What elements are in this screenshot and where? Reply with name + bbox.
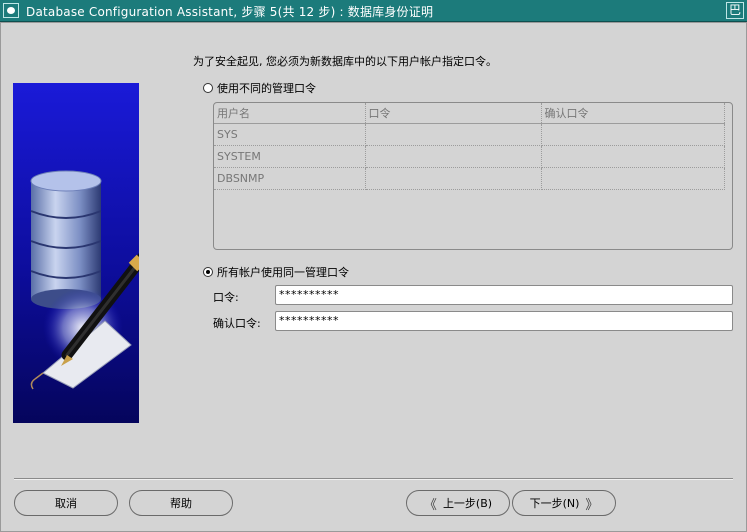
password-input[interactable]: ********** — [275, 285, 733, 305]
password-grid: 用户名 口令 确认口令 SYS SYSTEM DBSNMP — [214, 103, 725, 190]
table-row: DBSNMP — [214, 167, 725, 190]
window-menu-icon[interactable] — [3, 3, 19, 18]
user-password-table: 用户名 口令 确认口令 SYS SYSTEM DBSNMP — [213, 102, 733, 250]
cell-confirm — [541, 123, 725, 146]
maximize-button[interactable]: 巴 — [726, 2, 744, 19]
cell-password — [365, 167, 542, 190]
footer-divider — [14, 478, 733, 480]
radio-same-password[interactable] — [203, 267, 213, 277]
password-label: 口令: — [213, 291, 239, 304]
next-button[interactable]: 下一步(N) 》 — [512, 490, 616, 516]
table-row: SYSTEM — [214, 145, 725, 168]
column-header-username: 用户名 — [214, 103, 366, 124]
cancel-button[interactable]: 取消 — [14, 490, 118, 516]
cell-confirm — [541, 145, 725, 168]
option-different-passwords[interactable]: 使用不同的管理口令 — [203, 80, 316, 96]
cell-username: SYSTEM — [214, 145, 366, 168]
option-different-label: 使用不同的管理口令 — [217, 82, 316, 95]
back-label: 上一步(B) — [442, 497, 493, 510]
next-label: 下一步(N) — [529, 497, 580, 510]
cell-password — [365, 145, 542, 168]
back-button[interactable]: 《 上一步(B) — [406, 490, 510, 516]
title-bar: Database Configuration Assistant, 步骤 5(共… — [0, 0, 747, 22]
wizard-illustration — [13, 83, 139, 423]
confirm-password-label: 确认口令: — [213, 317, 261, 330]
database-pen-icon — [30, 170, 139, 390]
cell-password — [365, 123, 542, 146]
chevron-right-icon: 》 — [585, 497, 599, 513]
option-same-password[interactable]: 所有帐户使用同一管理口令 — [203, 264, 349, 280]
cell-username: SYS — [214, 123, 366, 146]
radio-different-passwords[interactable] — [203, 83, 213, 93]
help-button[interactable]: 帮助 — [129, 490, 233, 516]
instruction-text: 为了安全起见, 您必须为新数据库中的以下用户帐户指定口令。 — [193, 55, 497, 68]
window-title: Database Configuration Assistant, 步骤 5(共… — [26, 5, 434, 19]
cell-confirm — [541, 167, 725, 190]
help-label: 帮助 — [170, 497, 192, 510]
chevron-left-icon: 《 — [423, 497, 437, 513]
option-same-label: 所有帐户使用同一管理口令 — [217, 266, 349, 279]
cell-username: DBSNMP — [214, 167, 366, 190]
table-row: SYS — [214, 123, 725, 146]
column-header-confirm: 确认口令 — [541, 103, 725, 124]
column-header-password: 口令 — [365, 103, 542, 124]
cancel-label: 取消 — [55, 497, 77, 510]
confirm-password-input[interactable]: ********** — [275, 311, 733, 331]
